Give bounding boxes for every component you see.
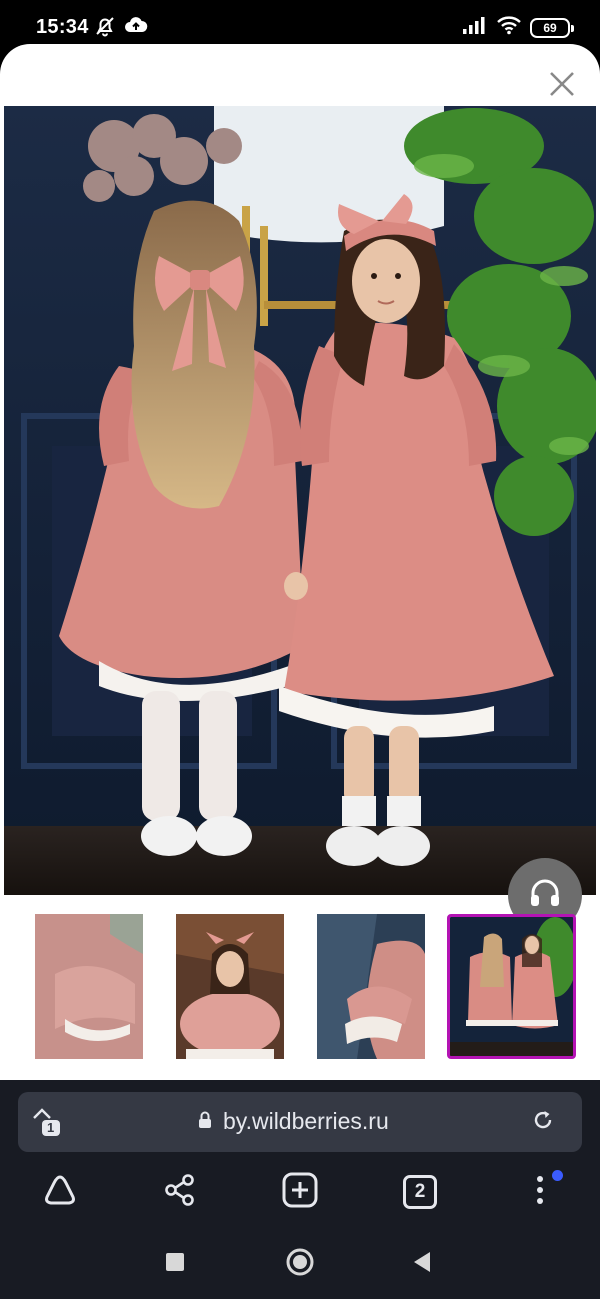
tabs-badge: 1 [47,1120,55,1135]
browser-toolbar: 2 [0,1170,600,1230]
battery-icon: 69 [530,17,574,38]
share-icon [163,1173,197,1212]
android-nav-bar [0,1230,600,1299]
url-text: by.wildberries.ru [223,1108,389,1134]
browser-bottom-bar: 1 by.wildberries.ru 2 [0,1080,600,1299]
thumbnail-cuff-detail[interactable] [317,914,425,1059]
new-tab-button[interactable] [270,1170,330,1214]
tabs-button[interactable]: 2 [390,1170,450,1214]
cloud-upload-icon [124,15,148,42]
new-tab-icon [282,1172,318,1213]
home-button[interactable] [30,1170,90,1214]
product-photo[interactable] [4,106,596,895]
status-time: 15:34 [36,16,89,38]
tabs-icon: 2 [403,1175,437,1209]
menu-icon [535,1174,545,1211]
address-bar[interactable]: 1 by.wildberries.ru [18,1092,582,1152]
phone-screen: 15:34 69 1 by.wildberries.ru 2 [0,0,600,1299]
wifi-icon [496,15,522,40]
recents-icon [165,1252,185,1277]
notification-dot [552,1170,563,1181]
thumbnail-two-girls[interactable] [447,914,576,1059]
battery-level: 69 [543,20,557,35]
back-icon [412,1251,432,1278]
headphones-icon [528,876,562,915]
thumbnail-sleeve-detail[interactable] [35,914,143,1059]
home-circle-icon [285,1247,315,1282]
tab-count: 2 [414,1181,426,1202]
signal-icon [462,15,488,40]
recents-button[interactable] [155,1246,195,1282]
home-nav-button[interactable] [280,1246,320,1282]
reload-icon[interactable] [532,1109,554,1136]
home-icon [42,1172,78,1213]
thumbnail-girl-sitting[interactable] [176,914,284,1059]
share-button[interactable] [150,1170,210,1214]
lock-icon [198,1111,212,1134]
alarm-off-icon [94,15,116,42]
thumbnail-strip [0,914,600,1059]
open-tabs-icon[interactable]: 1 [30,1106,64,1143]
close-icon [549,71,575,102]
close-button[interactable] [540,64,584,108]
back-button[interactable] [402,1246,442,1282]
image-viewer [0,44,600,1080]
